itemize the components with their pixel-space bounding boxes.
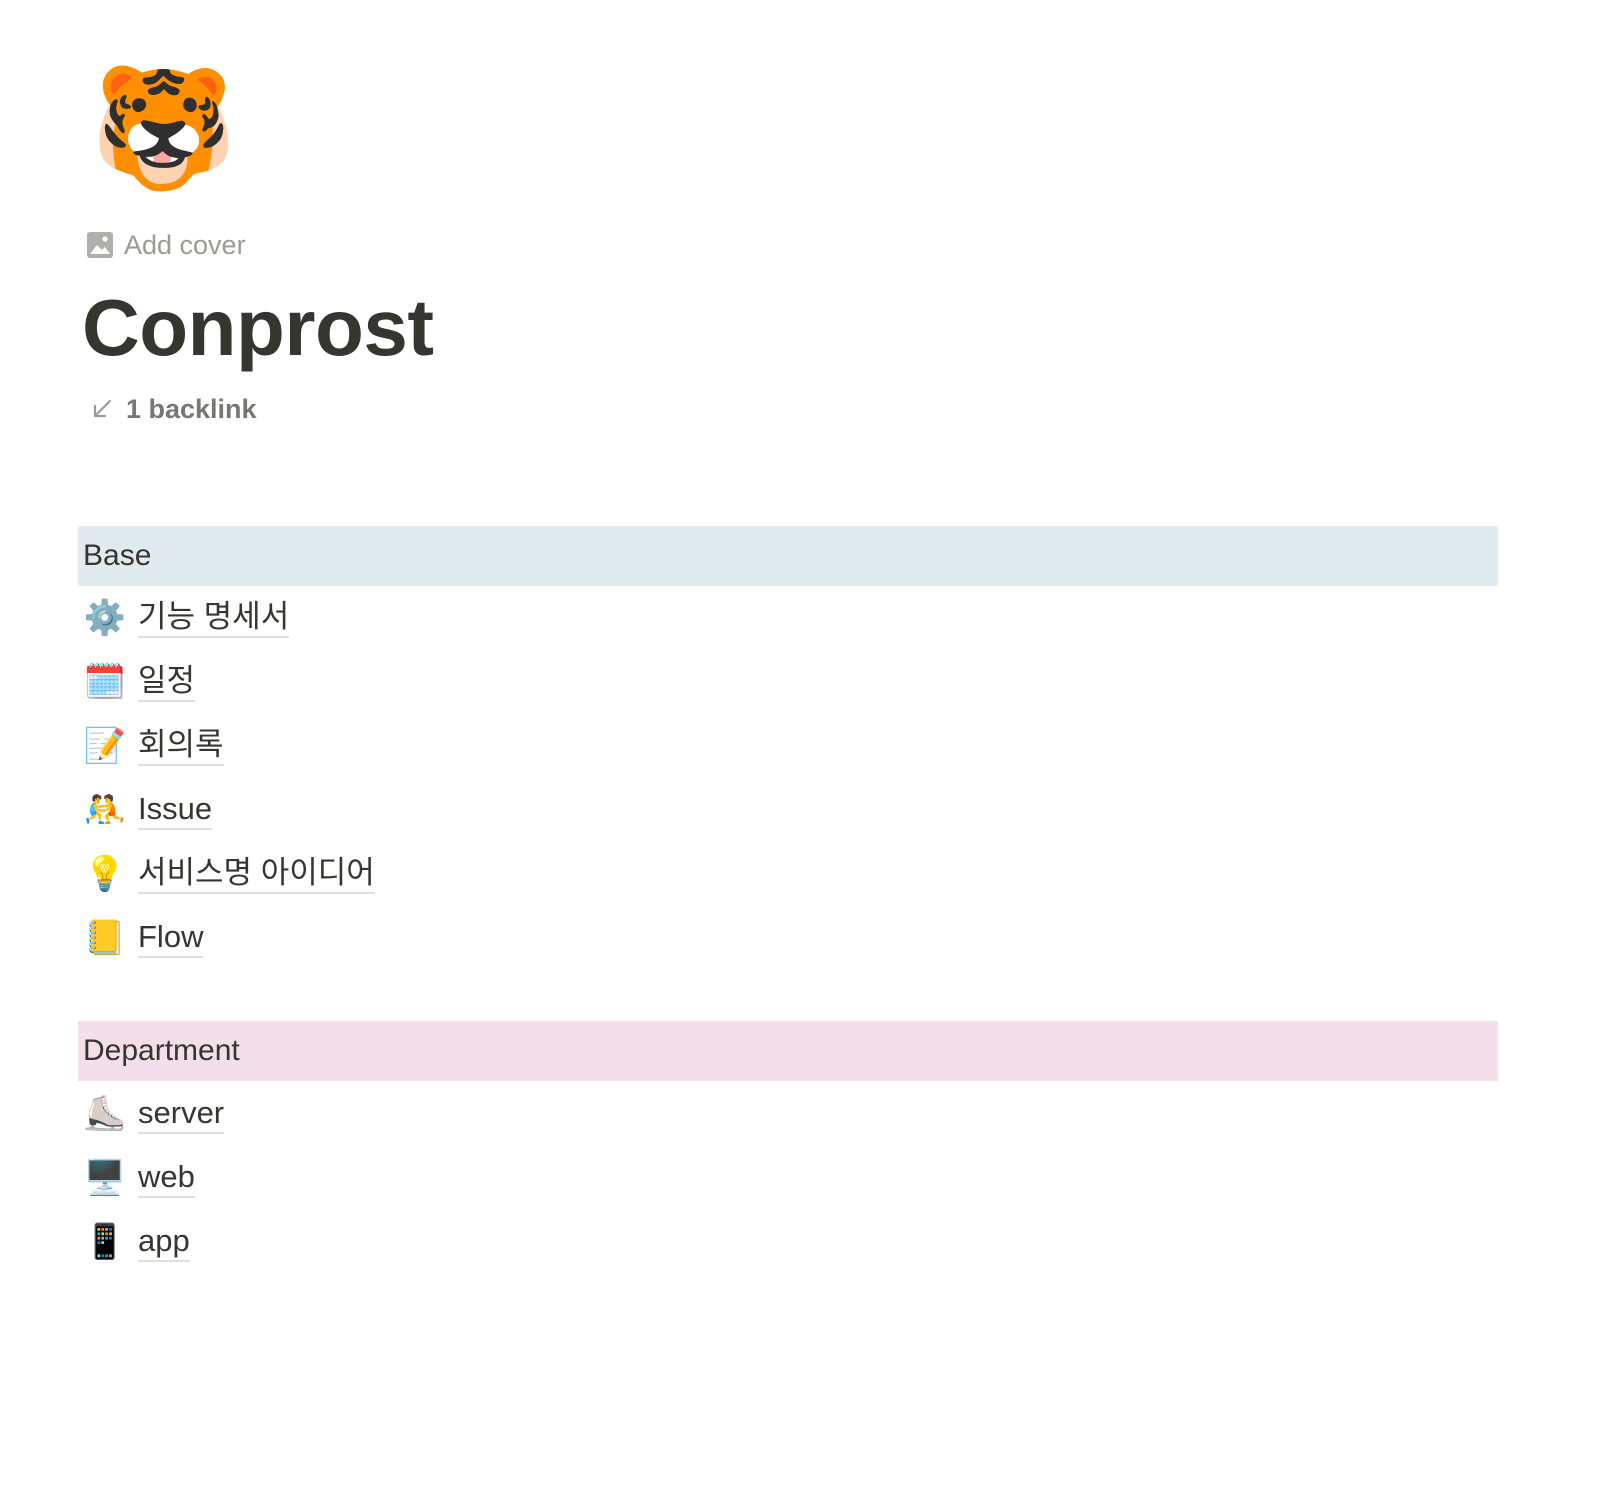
section-header-department: Department: [78, 1021, 1498, 1081]
page-link-label: 일정: [138, 663, 196, 702]
page-icon[interactable]: 🐯: [90, 58, 237, 198]
memo-icon: 📝: [83, 726, 127, 766]
section-title: Base: [83, 539, 152, 572]
page-link-label: Issue: [138, 791, 213, 830]
page-link-feature-spec[interactable]: ⚙️ 기능 명세서: [82, 586, 375, 650]
backlinks-button[interactable]: 1 backlink: [90, 389, 257, 429]
section-title: Department: [83, 1034, 240, 1067]
page-link-schedule[interactable]: 🗓️ 일정: [82, 650, 375, 714]
mobile-phone-icon: 📱: [83, 1222, 127, 1262]
page-link-label: 기능 명세서: [138, 599, 290, 638]
page-link-label: server: [138, 1095, 225, 1134]
backlinks-label: 1 backlink: [126, 393, 257, 424]
page-link-service-name-ideas[interactable]: 💡 서비스명 아이디어: [82, 842, 375, 906]
light-bulb-icon: 💡: [83, 854, 127, 894]
page-link-app[interactable]: 📱 app: [82, 1210, 224, 1274]
page-link-label: 서비스명 아이디어: [138, 855, 375, 894]
page-link-server[interactable]: ⛸️ server: [82, 1082, 225, 1146]
page-link-issue[interactable]: 🤼 Issue: [82, 778, 375, 842]
arrow-down-left-icon: [90, 397, 114, 421]
page-link-meeting-notes[interactable]: 📝 회의록: [82, 714, 375, 778]
page-link-label: app: [138, 1223, 190, 1262]
image-icon: [86, 231, 114, 259]
wrestlers-icon: 🤼: [83, 790, 127, 830]
page-link-label: Flow: [138, 919, 204, 958]
calendar-icon: 🗓️: [83, 662, 127, 702]
ice-skate-icon: ⛸️: [83, 1094, 127, 1134]
page-link-label: 회의록: [138, 727, 224, 766]
section-header-base: Base: [78, 526, 1498, 586]
add-cover-button[interactable]: Add cover: [86, 228, 246, 262]
base-page-list: ⚙️ 기능 명세서 🗓️ 일정 📝 회의록 🤼 Issue 💡 서비스명 아이디…: [82, 586, 375, 970]
department-page-list: ⛸️ server 🖥️ web 📱 app: [82, 1082, 225, 1274]
page-link-flow[interactable]: 📒 Flow: [82, 906, 375, 970]
page-link-label: web: [138, 1159, 195, 1198]
desktop-computer-icon: 🖥️: [83, 1158, 127, 1198]
gear-icon: ⚙️: [83, 598, 127, 638]
add-cover-label: Add cover: [124, 229, 246, 260]
notebook-icon: 📒: [83, 918, 127, 958]
page-title[interactable]: Conprost: [82, 280, 434, 376]
page-link-web[interactable]: 🖥️ web: [82, 1146, 224, 1210]
